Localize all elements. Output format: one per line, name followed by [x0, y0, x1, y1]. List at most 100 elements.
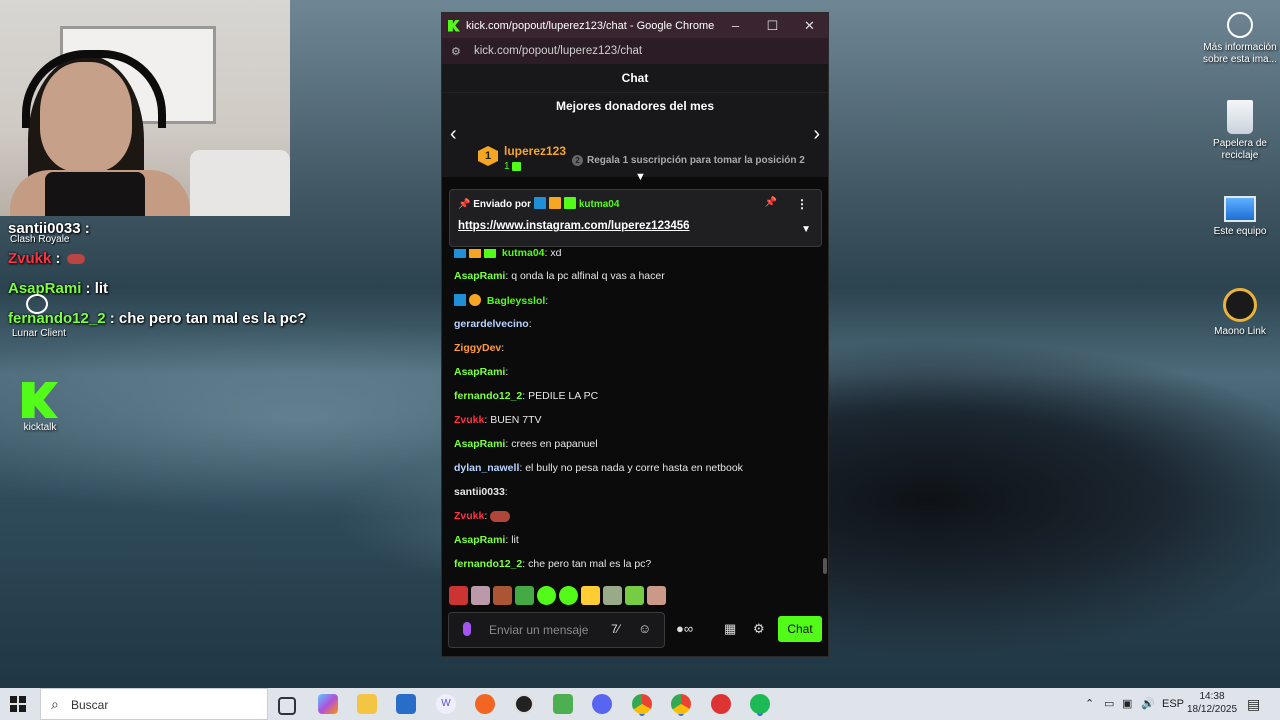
- top-donors-panel: Mejores donadores del mes ‹ › 1 luperez1…: [442, 93, 828, 177]
- emote-icon[interactable]: [537, 586, 556, 605]
- overlay-text: lit: [94, 280, 109, 297]
- windows-start-icon[interactable]: [10, 696, 26, 712]
- address-bar[interactable]: ⚙ kick.com/popout/luperez123/chat: [442, 38, 828, 64]
- chat-username[interactable]: Zvukk: [454, 414, 484, 426]
- site-settings-icon[interactable]: ⚙: [451, 45, 465, 58]
- wps-icon[interactable]: W: [436, 694, 456, 714]
- search-icon: ⌕: [51, 696, 59, 712]
- more-options-icon[interactable]: ⋮: [796, 197, 808, 211]
- taskbar-search[interactable]: ⌕ Buscar: [40, 688, 268, 720]
- chat-username[interactable]: dylan_nawell: [454, 462, 519, 474]
- tray-chevron-up-icon[interactable]: ⌃: [1085, 688, 1094, 720]
- emote-icon[interactable]: [559, 586, 578, 605]
- chat-username[interactable]: kutma04: [502, 249, 545, 259]
- task-view-icon[interactable]: [278, 697, 296, 715]
- rank-2-icon: 2: [572, 155, 583, 166]
- expand-chevron-icon[interactable]: ▼: [801, 224, 811, 235]
- chat-input-placeholder[interactable]: Enviar un mensaje: [489, 623, 588, 637]
- chat-message: AsapRami: lit: [454, 534, 519, 546]
- emote-icon[interactable]: [603, 586, 622, 605]
- collapse-chevron-icon[interactable]: ▼: [635, 171, 646, 183]
- minecraft-icon[interactable]: [553, 694, 573, 714]
- tray-network-icon[interactable]: ▣: [1122, 688, 1132, 720]
- desktop-icon-this-pc[interactable]: Este equipo: [1200, 196, 1280, 238]
- chat-username[interactable]: AsapRami: [454, 366, 505, 378]
- chrome-active-icon[interactable]: [671, 694, 691, 714]
- chat-input[interactable]: Enviar un mensaje 7⁄ ☺: [448, 612, 665, 648]
- microsoft-store-icon[interactable]: [396, 694, 416, 714]
- file-explorer-icon[interactable]: [357, 694, 377, 714]
- desktop-label-lunar-client: Lunar Client: [12, 328, 66, 339]
- top-donor-name[interactable]: luperez123: [504, 144, 566, 158]
- lunar-client-icon[interactable]: [26, 294, 48, 314]
- window-titlebar[interactable]: kick.com/popout/luperez123/chat - Google…: [442, 13, 828, 38]
- desktop-icon-kicktalk[interactable]: kicktalk: [0, 382, 80, 434]
- chrome-icon[interactable]: [632, 694, 652, 714]
- chat-username[interactable]: fernando12_2: [454, 390, 522, 402]
- desktop-icon-maono-link[interactable]: Maono Link: [1200, 288, 1280, 338]
- chat-username[interactable]: fernando12_2: [454, 558, 522, 570]
- emote-icon[interactable]: [581, 586, 600, 605]
- pinned-user[interactable]: kutma04: [579, 199, 620, 210]
- discord-icon[interactable]: [592, 694, 612, 714]
- emote-icon[interactable]: [493, 586, 512, 605]
- chevron-left-icon[interactable]: ‹: [450, 123, 457, 146]
- chat-username[interactable]: gerardelvecino: [454, 318, 529, 330]
- chat-message: gerardelvecino:: [454, 318, 532, 330]
- chat-username[interactable]: santii0033: [454, 486, 505, 498]
- chat-username[interactable]: Zvukk: [454, 510, 484, 522]
- chat-header: Chat: [442, 64, 828, 93]
- desktop-label-clash-royale: Clash Royale: [10, 234, 70, 245]
- url-text[interactable]: kick.com/popout/luperez123/chat: [474, 45, 642, 57]
- pinned-by: 📌 Enviado por kutma04: [458, 197, 620, 210]
- tray-tablet-icon[interactable]: ▭: [1104, 688, 1114, 720]
- emote-icon[interactable]: [647, 586, 666, 605]
- settings-gear-icon[interactable]: ⚙: [753, 621, 765, 637]
- store-icon[interactable]: ▦: [724, 621, 736, 637]
- kicktalk-icon: [22, 382, 58, 418]
- emote-icon[interactable]: [449, 586, 468, 605]
- minimize-button[interactable]: –: [717, 18, 754, 33]
- chat-sep: :: [501, 342, 505, 354]
- tray-language[interactable]: ESP: [1162, 688, 1184, 720]
- pin-icon[interactable]: 📌: [765, 197, 777, 208]
- chevron-right-icon[interactable]: ›: [813, 123, 820, 146]
- gift-sub-prompt[interactable]: 2 Regala 1 suscripción para tomar la posi…: [572, 155, 805, 166]
- orange-app-icon[interactable]: [475, 694, 495, 714]
- taskbar-clock[interactable]: 14:38 18/12/2025: [1187, 690, 1237, 716]
- tray-volume-icon[interactable]: 🔊: [1141, 688, 1155, 720]
- chat-username[interactable]: Bagleysslol: [487, 295, 545, 307]
- obs-icon[interactable]: [514, 694, 534, 714]
- red-app-icon[interactable]: [711, 694, 731, 714]
- users-icon[interactable]: ●∞: [676, 621, 693, 636]
- microphone-icon[interactable]: [463, 622, 471, 636]
- desktop-icon-label: kicktalk: [23, 422, 57, 433]
- emote-icon[interactable]: [625, 586, 644, 605]
- info-camera-icon: [1227, 12, 1253, 38]
- maximize-button[interactable]: ☐: [754, 18, 791, 34]
- close-button[interactable]: ✕: [791, 18, 828, 34]
- spotify-icon[interactable]: [750, 694, 770, 714]
- chat-username[interactable]: AsapRami: [454, 438, 505, 450]
- desktop-icon-info[interactable]: Más información sobre esta ima...: [1200, 12, 1280, 66]
- chat-scrollbar[interactable]: [823, 558, 827, 574]
- badge-icon: [484, 249, 496, 258]
- emoji-icon[interactable]: ☺: [638, 621, 651, 636]
- pinned-link[interactable]: https://www.instagram.com/luperez123456: [458, 220, 690, 232]
- chat-message: AsapRami:: [454, 366, 508, 378]
- 7tv-icon[interactable]: 7⁄: [611, 622, 620, 636]
- emote-icon[interactable]: [515, 586, 534, 605]
- notifications-icon[interactable]: ▤: [1247, 688, 1260, 720]
- chat-username[interactable]: AsapRami: [454, 534, 505, 546]
- chat-username[interactable]: ZiggyDev: [454, 342, 501, 354]
- emote-icon[interactable]: [471, 586, 490, 605]
- badge-icon: [469, 294, 481, 306]
- copilot-icon[interactable]: [318, 694, 338, 714]
- webcam-feed: [0, 0, 290, 216]
- chat-message: Zvukk: BUEN 7TV: [454, 414, 542, 426]
- send-chat-button[interactable]: Chat: [778, 616, 822, 642]
- search-placeholder[interactable]: Buscar: [71, 698, 108, 712]
- desktop-icon-recycle-bin[interactable]: Papelera de reciclaje: [1200, 100, 1280, 162]
- chat-text: q onda la pc alfinal q vas a hacer: [508, 270, 665, 282]
- chat-username[interactable]: AsapRami: [454, 270, 505, 282]
